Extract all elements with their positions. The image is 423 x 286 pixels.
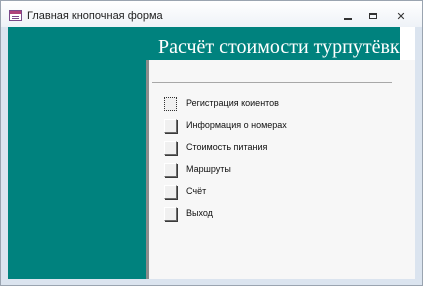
menu-item-label: Стоимость питания xyxy=(186,142,268,152)
menu-item-client-registration[interactable]: Регистрация коиентов xyxy=(164,96,384,112)
panel-edge xyxy=(146,60,149,279)
menu-button[interactable] xyxy=(164,163,177,177)
maximize-button[interactable] xyxy=(361,7,385,25)
minimize-button[interactable] xyxy=(336,7,360,25)
minimize-icon xyxy=(344,18,352,20)
menu-item-room-info[interactable]: Информация о номерах xyxy=(164,118,384,134)
menu-item-label: Выход xyxy=(186,208,213,218)
form-heading: Расчёт стоимости турпутёвки xyxy=(158,36,400,58)
title-bar[interactable]: Главная кнопочная форма ✕ xyxy=(1,1,422,27)
menu-item-invoice[interactable]: Счёт xyxy=(164,184,384,200)
menu-button[interactable] xyxy=(164,207,177,221)
header-band: Расчёт стоимости турпутёвки xyxy=(146,27,400,60)
menu-item-label: Счёт xyxy=(186,186,207,196)
menu-item-label: Маршруты xyxy=(186,164,231,174)
maximize-icon xyxy=(369,13,377,19)
menu-button[interactable] xyxy=(164,185,177,199)
menu-item-meal-cost[interactable]: Стоимость питания xyxy=(164,140,384,156)
menu-item-routes[interactable]: Маршруты xyxy=(164,162,384,178)
window-bottom-border xyxy=(1,279,422,285)
menu-button[interactable] xyxy=(164,119,177,133)
menu-item-label: Регистрация коиентов xyxy=(186,98,279,108)
sidebar-panel xyxy=(8,27,146,279)
form-icon xyxy=(9,10,22,21)
header-divider xyxy=(152,82,392,83)
menu-item-label: Информация о номерах xyxy=(186,120,287,130)
close-button[interactable]: ✕ xyxy=(389,7,413,25)
menu-button[interactable] xyxy=(164,141,177,155)
menu-item-exit[interactable]: Выход xyxy=(164,206,384,222)
switchboard-panel: Регистрация коиентов Информация о номера… xyxy=(146,60,415,279)
menu-button[interactable] xyxy=(164,97,177,111)
close-icon: ✕ xyxy=(396,10,406,23)
window-title: Главная кнопочная форма xyxy=(27,10,163,22)
app-window: Главная кнопочная форма ✕ Расчёт стоимос… xyxy=(0,0,423,286)
form-content: Расчёт стоимости турпутёвки Регистрация … xyxy=(8,27,415,279)
